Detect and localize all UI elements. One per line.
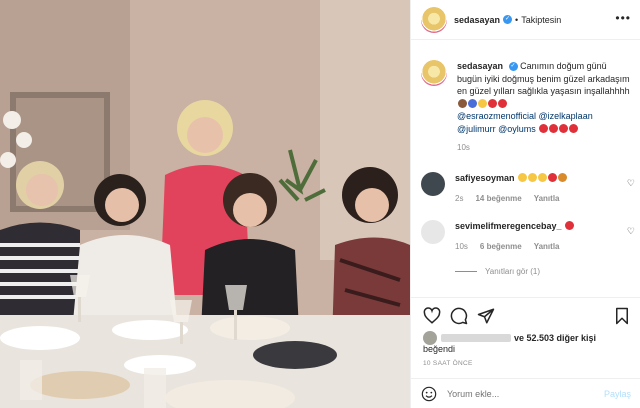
rose-emoji-icon <box>569 123 579 133</box>
post-timestamp[interactable]: 10 SAAT ÖNCE <box>423 360 473 367</box>
liker-avatar <box>423 331 437 345</box>
heart-eyes-emoji-icon <box>478 98 487 108</box>
red-heart-emoji-icon <box>548 173 558 182</box>
caption: sedasayan ✓ Canımın doğum günü bugün iyi… <box>421 60 633 155</box>
heart-eyes-emoji-icon <box>558 173 568 182</box>
replies-divider <box>455 271 477 272</box>
likes-count: ve 52.503 diğer kişi <box>514 333 597 343</box>
comment-item: safiyesoyman 2s 14 beğenme Yanıtla ♡ <box>421 172 635 205</box>
reply-button[interactable]: Yanıtla <box>534 241 560 253</box>
view-replies-button[interactable]: Yanıtları gör (1) <box>455 267 540 276</box>
comment-icon[interactable] <box>450 307 468 325</box>
verified-icon: ✓ <box>503 15 513 24</box>
comment-meta: 10s 6 beğenme Yanıtla <box>455 241 615 253</box>
comment-likes[interactable]: 14 beğenme <box>475 193 521 205</box>
header-separator: • <box>515 14 519 25</box>
comment-meta: 2s 14 beğenme Yanıtla <box>455 193 615 205</box>
likes-suffix: beğendi <box>423 344 456 354</box>
rose-emoji-icon <box>539 123 549 133</box>
post-photo-illustration <box>0 0 410 408</box>
reply-button[interactable]: Yanıtla <box>534 193 560 205</box>
comment-item: sevimelifmeregencebay_ 10s 6 beğenme Yan… <box>421 220 635 253</box>
comment-time: 2s <box>455 194 464 203</box>
red-heart-emoji-icon <box>488 98 497 108</box>
view-replies-label: Yanıtları gör (1) <box>485 267 540 276</box>
comment-username[interactable]: sevimelifmeregencebay_ <box>455 221 562 231</box>
comment-body: safiyesoyman 2s 14 beğenme Yanıtla <box>455 172 615 205</box>
comment-like-heart-icon[interactable]: ♡ <box>627 226 635 237</box>
comment-composer: Paylaş <box>411 378 640 408</box>
author-avatar[interactable] <box>421 6 447 33</box>
rose-emoji-icon <box>498 98 507 108</box>
clap-emoji-icon <box>518 173 528 182</box>
post-photo[interactable] <box>0 0 410 408</box>
caption-time: 10s <box>457 143 470 152</box>
commenter-avatar[interactable] <box>421 220 445 244</box>
caption-username[interactable]: sedasayan <box>457 61 503 71</box>
caption-body: sedasayan ✓ Canımın doğum günü bugün iyi… <box>457 60 633 155</box>
ellipsis-icon[interactable]: ••• <box>615 12 631 24</box>
share-icon[interactable] <box>477 307 495 325</box>
clap-emoji-icon <box>528 173 538 182</box>
comment-body: sevimelifmeregencebay_ 10s 6 beğenme Yan… <box>455 220 615 253</box>
comment-input[interactable] <box>447 388 604 399</box>
post-sidebar: sedasayan ✓ • Takiptesin ••• sedasayan ✓… <box>410 0 640 408</box>
rose-emoji-icon <box>559 123 569 133</box>
likes-summary[interactable]: ve 52.503 diğer kişi <box>423 331 596 345</box>
bookmark-icon[interactable] <box>613 307 631 325</box>
comment-like-heart-icon[interactable]: ♡ <box>627 178 635 189</box>
post-header: sedasayan ✓ • Takiptesin ••• <box>411 0 640 40</box>
comment-time: 10s <box>455 242 468 251</box>
comment-likes[interactable]: 6 beğenme <box>480 241 522 253</box>
clap-emoji-icon <box>538 173 548 182</box>
rose-emoji-icon <box>549 123 559 133</box>
heart-icon[interactable] <box>423 307 441 325</box>
evil-eye-emoji-icon <box>468 98 477 108</box>
caption-avatar[interactable] <box>421 60 447 86</box>
red-heart-emoji-icon <box>565 221 575 230</box>
emoji-smile-icon[interactable] <box>421 386 437 402</box>
author-username[interactable]: sedasayan <box>454 15 500 25</box>
comment-username[interactable]: safiyesoyman <box>455 173 515 183</box>
mention-link[interactable]: @izelkaplaan <box>539 111 593 121</box>
mention-link[interactable]: @julimurr <box>457 124 496 134</box>
follow-status-button[interactable]: Takiptesin <box>521 15 561 25</box>
commenter-avatar[interactable] <box>421 172 445 196</box>
mention-link[interactable]: @oylums <box>498 124 536 134</box>
liker-name-blurred <box>441 334 511 342</box>
mention-link[interactable]: @esraozmenofficial <box>457 111 536 121</box>
post-comment-button[interactable]: Paylaş <box>604 389 631 399</box>
cake-emoji-icon <box>458 98 467 108</box>
verified-icon: ✓ <box>508 62 518 72</box>
instagram-post: sedasayan ✓ • Takiptesin ••• sedasayan ✓… <box>0 0 640 408</box>
